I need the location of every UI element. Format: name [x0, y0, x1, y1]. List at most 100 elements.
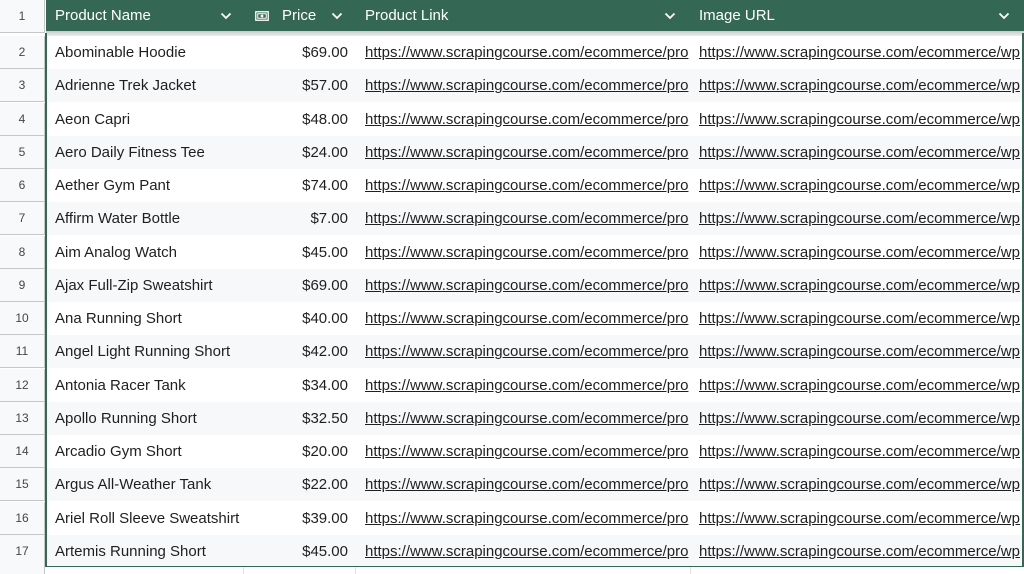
cell-product-link[interactable]: https://www.scrapingcourse.com/ecommerce… [365, 236, 690, 269]
row-number[interactable]: 10 [0, 302, 45, 335]
table-row: 11 Angel Light Running Short $42.00 https:/… [0, 335, 1024, 369]
row-number[interactable]: 16 [0, 501, 45, 535]
cell-image-url[interactable]: https://www.scrapingcourse.com/ecommerce… [699, 535, 1022, 568]
row-number[interactable]: 15 [0, 468, 45, 502]
table-row: 16 Ariel Roll Sleeve Sweatshirt $39.00 http… [0, 501, 1024, 535]
column-header-image-url[interactable]: Image URL [699, 0, 989, 31]
cell-product-name[interactable]: Adrienne Trek Jacket [55, 69, 260, 102]
cell-product-name[interactable]: Apollo Running Short [55, 402, 260, 435]
chevron-down-icon[interactable] [663, 9, 677, 23]
row-number[interactable]: 9 [0, 268, 45, 302]
row-number[interactable]: 5 [0, 135, 45, 169]
row-number[interactable]: 4 [0, 102, 45, 136]
row-number[interactable]: 13 [0, 401, 45, 435]
row-number[interactable]: 3 [0, 69, 45, 103]
cell-image-url[interactable]: https://www.scrapingcourse.com/ecommerce… [699, 36, 1022, 69]
cell-product-link[interactable]: https://www.scrapingcourse.com/ecommerce… [365, 36, 690, 69]
cell-product-link[interactable]: https://www.scrapingcourse.com/ecommerce… [365, 269, 690, 302]
cell-product-name[interactable]: Aether Gym Pant [55, 169, 260, 202]
chevron-down-icon[interactable] [997, 9, 1011, 23]
row-number[interactable]: 6 [0, 169, 45, 202]
row-number[interactable]: 17 [0, 534, 45, 568]
cell-product-link[interactable]: https://www.scrapingcourse.com/ecommerce… [365, 335, 690, 368]
cell-image-url[interactable]: https://www.scrapingcourse.com/ecommerce… [699, 136, 1022, 169]
cell-price[interactable]: $42.00 [246, 335, 348, 368]
cell-price[interactable]: $48.00 [246, 103, 348, 136]
cell-image-url[interactable]: https://www.scrapingcourse.com/ecommerce… [699, 402, 1022, 435]
row-number[interactable]: 14 [0, 435, 45, 468]
cell-product-name[interactable]: Affirm Water Bottle [55, 202, 260, 235]
cell-product-link[interactable]: https://www.scrapingcourse.com/ecommerce… [365, 202, 690, 235]
cell-product-name[interactable]: Antonia Racer Tank [55, 369, 260, 402]
row-number[interactable]: 2 [0, 36, 45, 69]
spreadsheet-grid[interactable]: 1 Product Name Price Product Link Image … [0, 0, 1024, 574]
cell-price[interactable]: $69.00 [246, 36, 348, 69]
cell-price[interactable]: $69.00 [246, 269, 348, 302]
cell-product-link[interactable]: https://www.scrapingcourse.com/ecommerce… [365, 69, 690, 102]
row-cells: Aim Analog Watch $45.00 https://www.scrapi… [46, 235, 1022, 269]
cell-price[interactable]: $32.50 [246, 402, 348, 435]
cell-product-link[interactable]: https://www.scrapingcourse.com/ecommerce… [365, 302, 690, 335]
row-number-header[interactable]: 1 [0, 0, 45, 33]
cell-product-link[interactable]: https://www.scrapingcourse.com/ecommerce… [365, 136, 690, 169]
header-row: 1 Product Name Price Product Link Image … [0, 0, 1024, 36]
cell-image-url[interactable]: https://www.scrapingcourse.com/ecommerce… [699, 435, 1022, 468]
cell-price[interactable]: $24.00 [246, 136, 348, 169]
cell-image-url[interactable]: https://www.scrapingcourse.com/ecommerce… [699, 202, 1022, 235]
row-number[interactable]: 7 [0, 202, 45, 236]
row-cells: Ana Running Short $40.00 https://www.scrap… [46, 302, 1022, 335]
cell-product-link[interactable]: https://www.scrapingcourse.com/ecommerce… [365, 402, 690, 435]
cell-image-url[interactable]: https://www.scrapingcourse.com/ecommerce… [699, 69, 1022, 102]
cell-image-url[interactable]: https://www.scrapingcourse.com/ecommerce… [699, 369, 1022, 402]
chevron-down-icon[interactable] [219, 9, 233, 23]
table-row: 17 Artemis Running Short $45.00 https://www… [0, 534, 1024, 568]
cell-price[interactable]: $7.00 [246, 202, 348, 235]
column-header-product-link[interactable]: Product Link [365, 0, 665, 31]
row-number-partial[interactable] [0, 567, 45, 574]
table-row: 3 Adrienne Trek Jacket $57.00 https://www.s… [0, 69, 1024, 103]
table-row: 9 Ajax Full-Zip Sweatshirt $69.00 https://w… [0, 268, 1024, 302]
row-number[interactable]: 8 [0, 235, 45, 269]
cell-price[interactable]: $39.00 [246, 502, 348, 535]
cell-product-name[interactable]: Argus All-Weather Tank [55, 468, 260, 501]
cell-price[interactable]: $45.00 [246, 535, 348, 568]
row-cells: Abominable Hoodie $69.00 https://www.scrap… [46, 36, 1022, 69]
cell-product-link[interactable]: https://www.scrapingcourse.com/ecommerce… [365, 468, 690, 501]
cell-price[interactable]: $45.00 [246, 236, 348, 269]
cell-product-name[interactable]: Aeon Capri [55, 103, 260, 136]
cell-product-name[interactable]: Aero Daily Fitness Tee [55, 136, 260, 169]
cell-price[interactable]: $20.00 [246, 435, 348, 468]
cell-price[interactable]: $22.00 [246, 468, 348, 501]
cell-product-link[interactable]: https://www.scrapingcourse.com/ecommerce… [365, 535, 690, 568]
cell-price[interactable]: $74.00 [246, 169, 348, 202]
cell-product-name[interactable]: Aim Analog Watch [55, 236, 260, 269]
row-number[interactable]: 11 [0, 335, 45, 369]
cell-image-url[interactable]: https://www.scrapingcourse.com/ecommerce… [699, 468, 1022, 501]
cell-price[interactable]: $40.00 [246, 302, 348, 335]
cell-price[interactable]: $57.00 [246, 69, 348, 102]
cell-image-url[interactable]: https://www.scrapingcourse.com/ecommerce… [699, 502, 1022, 535]
cell-image-url[interactable]: https://www.scrapingcourse.com/ecommerce… [699, 103, 1022, 136]
chevron-down-icon[interactable] [330, 9, 344, 23]
cell-price[interactable]: $34.00 [246, 369, 348, 402]
cell-product-name[interactable]: Abominable Hoodie [55, 36, 260, 69]
cell-product-name[interactable]: Arcadio Gym Short [55, 435, 260, 468]
cell-product-link[interactable]: https://www.scrapingcourse.com/ecommerce… [365, 369, 690, 402]
cell-image-url[interactable]: https://www.scrapingcourse.com/ecommerce… [699, 236, 1022, 269]
row-number[interactable]: 12 [0, 368, 45, 402]
cell-image-url[interactable]: https://www.scrapingcourse.com/ecommerce… [699, 169, 1022, 202]
cell-product-name[interactable]: Ana Running Short [55, 302, 260, 335]
cell-product-link[interactable]: https://www.scrapingcourse.com/ecommerce… [365, 502, 690, 535]
table-row: 10 Ana Running Short $40.00 https://www.scr… [0, 302, 1024, 335]
cell-product-link[interactable]: https://www.scrapingcourse.com/ecommerce… [365, 103, 690, 136]
cell-product-link[interactable]: https://www.scrapingcourse.com/ecommerce… [365, 169, 690, 202]
cell-image-url[interactable]: https://www.scrapingcourse.com/ecommerce… [699, 335, 1022, 368]
cell-image-url[interactable]: https://www.scrapingcourse.com/ecommerce… [699, 269, 1022, 302]
cell-product-name[interactable]: Ajax Full-Zip Sweatshirt [55, 269, 260, 302]
cell-product-link[interactable]: https://www.scrapingcourse.com/ecommerce… [365, 435, 690, 468]
cell-product-name[interactable]: Angel Light Running Short [55, 335, 260, 368]
cell-product-name[interactable]: Ariel Roll Sleeve Sweatshirt [55, 502, 260, 535]
column-header-product-name[interactable]: Product Name [55, 0, 245, 31]
cell-image-url[interactable]: https://www.scrapingcourse.com/ecommerce… [699, 302, 1022, 335]
cell-product-name[interactable]: Artemis Running Short [55, 535, 260, 568]
